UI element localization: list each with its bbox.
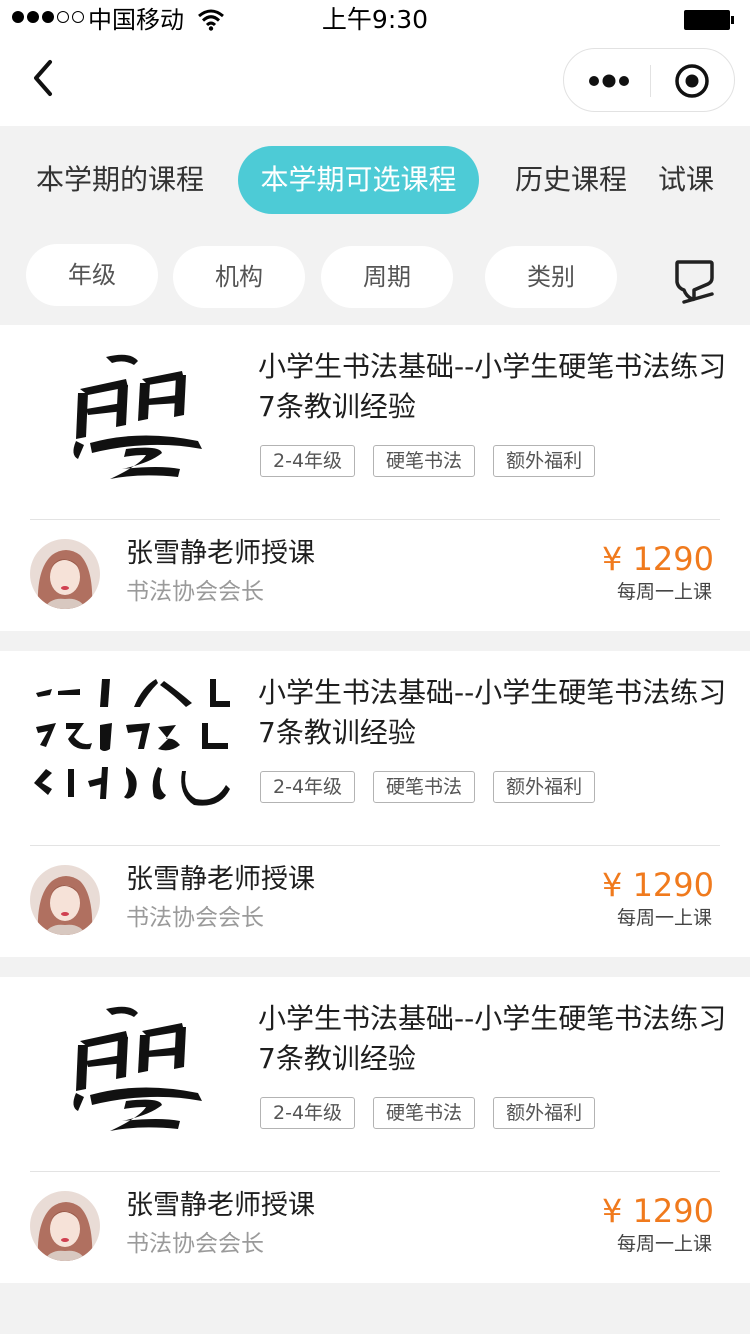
course-price: ¥ 1290 — [602, 1192, 714, 1230]
card-divider — [30, 845, 720, 846]
tab-optional-courses[interactable]: 本学期可选课程 — [238, 146, 479, 214]
teacher-avatar[interactable] — [30, 865, 100, 935]
calligraphy-character-image — [73, 1006, 202, 1131]
battery-icon — [684, 10, 734, 30]
calligraphy-character-image — [73, 354, 202, 479]
filter-period[interactable]: 周期 — [321, 246, 453, 308]
course-schedule: 每周一上课 — [616, 581, 712, 603]
teacher-avatar[interactable] — [30, 539, 100, 609]
course-tags: 2-4年级 硬笔书法 额外福利 — [260, 771, 613, 803]
teacher-name: 张雪静老师授课 — [126, 538, 315, 569]
course-price: ¥ 1290 — [602, 540, 714, 578]
target-circle-icon[interactable] — [674, 63, 710, 99]
course-card[interactable]: 小学生书法基础--小学生硬笔书法练习7条教训经验 2-4年级 硬笔书法 额外福利… — [0, 325, 750, 631]
course-tag: 硬笔书法 — [373, 1097, 476, 1129]
course-tags: 2-4年级 硬笔书法 额外福利 — [260, 445, 613, 477]
page: 中国移动 上午9:30 本学期的课程 本学期可选课程 历史课程 试课 年级 机构… — [0, 0, 750, 1334]
course-tag: 2-4年级 — [260, 1097, 356, 1129]
filter-bar: 年级 机构 周期 类别 — [0, 232, 750, 324]
card-divider — [30, 1171, 720, 1172]
teacher-role: 书法协会会长 — [126, 905, 264, 931]
course-tag: 2-4年级 — [260, 771, 356, 803]
teacher-avatar[interactable] — [30, 1191, 100, 1261]
more-dots-icon[interactable] — [588, 71, 630, 91]
course-tabs: 本学期的课程 本学期可选课程 历史课程 试课 — [0, 126, 750, 232]
course-tag: 硬笔书法 — [373, 445, 476, 477]
tab-history-courses[interactable]: 历史课程 — [506, 146, 636, 214]
calligraphy-strokes-image — [34, 679, 230, 806]
status-bar: 中国移动 上午9:30 — [0, 0, 750, 40]
course-tag: 额外福利 — [493, 771, 596, 803]
course-price: ¥ 1290 — [602, 866, 714, 904]
course-card[interactable]: 小学生书法基础--小学生硬笔书法练习7条教训经验 2-4年级 硬笔书法 额外福利… — [0, 651, 750, 957]
course-tags: 2-4年级 硬笔书法 额外福利 — [260, 1097, 613, 1129]
course-tag: 额外福利 — [493, 445, 596, 477]
teacher-name: 张雪静老师授课 — [126, 1190, 315, 1221]
tab-trial-class[interactable]: 试课 — [650, 146, 722, 214]
course-card[interactable]: 小学生书法基础--小学生硬笔书法练习7条教训经验 2-4年级 硬笔书法 额外福利… — [0, 977, 750, 1283]
status-time: 上午9:30 — [321, 5, 429, 34]
course-tag: 硬笔书法 — [373, 771, 476, 803]
teacher-name: 张雪静老师授课 — [126, 864, 315, 895]
course-title[interactable]: 小学生书法基础--小学生硬笔书法练习7条教训经验 — [258, 999, 728, 1079]
tab-current-courses[interactable]: 本学期的课程 — [22, 146, 218, 214]
filter-institution[interactable]: 机构 — [173, 246, 305, 308]
teacher-role: 书法协会会长 — [126, 1231, 264, 1257]
course-title[interactable]: 小学生书法基础--小学生硬笔书法练习7条教训经验 — [258, 673, 728, 753]
filter-grade[interactable]: 年级 — [26, 244, 158, 306]
course-tag: 额外福利 — [493, 1097, 596, 1129]
capsule-divider — [650, 65, 651, 97]
teacher-role: 书法协会会长 — [126, 579, 264, 605]
card-divider — [30, 519, 720, 520]
back-button[interactable] — [22, 56, 66, 100]
course-tag: 2-4年级 — [260, 445, 356, 477]
mini-program-capsule — [563, 48, 735, 112]
course-schedule: 每周一上课 — [616, 1233, 712, 1255]
speech-bubble-icon[interactable] — [672, 258, 716, 306]
nav-bar — [0, 40, 750, 126]
filter-category[interactable]: 类别 — [485, 246, 617, 308]
course-schedule: 每周一上课 — [616, 907, 712, 929]
course-title[interactable]: 小学生书法基础--小学生硬笔书法练习7条教训经验 — [258, 347, 728, 427]
